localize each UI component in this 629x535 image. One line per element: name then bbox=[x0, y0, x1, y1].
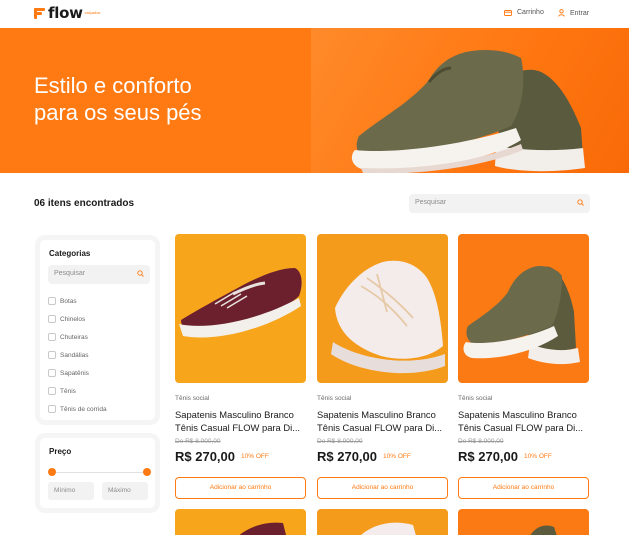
category-search-placeholder: Pesquisar bbox=[54, 270, 86, 277]
hero-title-line-1: Estilo e conforto bbox=[34, 73, 192, 98]
category-item-chuteiras[interactable]: Chuteiras bbox=[48, 328, 107, 346]
product-discount-badge: 10% OFF bbox=[383, 453, 411, 460]
price-slider-track bbox=[52, 472, 147, 473]
category-checkbox[interactable] bbox=[48, 369, 56, 377]
brand-logo[interactable]: flow calçados bbox=[34, 4, 101, 22]
product-name[interactable]: Sapatenis Masculino Branco Tênis Casual … bbox=[175, 408, 306, 436]
category-label: Botas bbox=[60, 297, 77, 305]
category-checkbox[interactable] bbox=[48, 333, 56, 341]
brand-tagline: calçados bbox=[84, 10, 101, 15]
price-min-input[interactable]: Mínimo bbox=[48, 482, 94, 500]
product-price: R$ 270,00 bbox=[458, 449, 518, 464]
search-icon[interactable] bbox=[577, 199, 584, 206]
product-old-price: De R$ 8.000,00 bbox=[317, 438, 363, 445]
product-old-price: De R$ 8.000,00 bbox=[458, 438, 504, 445]
product-image-partial[interactable] bbox=[458, 509, 589, 535]
category-item-tenis[interactable]: Tênis bbox=[48, 382, 107, 400]
category-checkbox[interactable] bbox=[48, 387, 56, 395]
brand-name: flow bbox=[48, 4, 83, 22]
cart-label: Carrinho bbox=[517, 9, 544, 16]
category-label: Tênis bbox=[60, 387, 76, 395]
logo-mark-icon bbox=[34, 8, 45, 19]
add-to-cart-button[interactable]: Adicionar ao carrinho bbox=[175, 477, 306, 499]
category-label: Chinelos bbox=[60, 315, 86, 323]
price-range-slider[interactable] bbox=[48, 468, 151, 478]
categories-title: Categorias bbox=[49, 249, 91, 258]
hero-sneaker-image bbox=[311, 28, 629, 173]
price-max-input[interactable]: Máximo bbox=[102, 482, 148, 500]
price-slider-min-handle[interactable] bbox=[48, 468, 56, 476]
category-label: Chuteiras bbox=[60, 333, 88, 341]
product-image[interactable] bbox=[175, 234, 306, 383]
category-checkbox[interactable] bbox=[48, 297, 56, 305]
hero-banner: Estilo e conforto para os seus pés bbox=[0, 28, 629, 173]
price-panel: Preço Mínimo Máximo bbox=[40, 438, 155, 508]
category-checkbox[interactable] bbox=[48, 351, 56, 359]
search-icon[interactable] bbox=[137, 270, 144, 277]
category-label: Sapatênis bbox=[60, 369, 89, 377]
category-list: Botas Chinelos Chuteiras Sandálias Sapat… bbox=[48, 292, 107, 418]
price-slider-max-handle[interactable] bbox=[143, 468, 151, 476]
product-image[interactable] bbox=[458, 234, 589, 383]
product-search-input[interactable]: Pesquisar bbox=[409, 194, 590, 213]
categories-panel: Categorias Pesquisar Botas Chinelos Chut… bbox=[40, 240, 155, 420]
cart-link[interactable]: Carrinho bbox=[504, 9, 544, 16]
product-image-partial[interactable] bbox=[317, 509, 448, 535]
product-image[interactable] bbox=[317, 234, 448, 383]
top-header: flow calçados Carrinho Entrar bbox=[0, 0, 629, 28]
product-category: Tênis social bbox=[458, 395, 493, 402]
category-item-sapatenis[interactable]: Sapatênis bbox=[48, 364, 107, 382]
product-category: Tênis social bbox=[175, 395, 210, 402]
category-label: Tênis de corrida bbox=[60, 405, 107, 413]
category-item-botas[interactable]: Botas bbox=[48, 292, 107, 310]
category-label: Sandálias bbox=[60, 351, 89, 359]
product-old-price: De R$ 8.000,00 bbox=[175, 438, 221, 445]
category-checkbox[interactable] bbox=[48, 405, 56, 413]
hero-title: Estilo e conforto para os seus pés bbox=[34, 72, 294, 126]
add-to-cart-button[interactable]: Adicionar ao carrinho bbox=[458, 477, 589, 499]
price-title: Preço bbox=[49, 447, 72, 456]
product-image-partial[interactable] bbox=[175, 509, 306, 535]
product-category: Tênis social bbox=[317, 395, 352, 402]
category-search-input[interactable]: Pesquisar bbox=[48, 265, 150, 284]
category-checkbox[interactable] bbox=[48, 315, 56, 323]
product-price: R$ 270,00 bbox=[175, 449, 235, 464]
category-item-sandalias[interactable]: Sandálias bbox=[48, 346, 107, 364]
add-to-cart-button[interactable]: Adicionar ao carrinho bbox=[317, 477, 448, 499]
product-search-placeholder: Pesquisar bbox=[415, 199, 447, 206]
login-link[interactable]: Entrar bbox=[558, 9, 589, 17]
product-price: R$ 270,00 bbox=[317, 449, 377, 464]
hero-title-line-2: para os seus pés bbox=[34, 100, 202, 125]
product-name[interactable]: Sapatenis Masculino Branco Tênis Casual … bbox=[317, 408, 448, 436]
product-discount-badge: 10% OFF bbox=[524, 453, 552, 460]
category-item-chinelos[interactable]: Chinelos bbox=[48, 310, 107, 328]
results-count: 06 itens encontrados bbox=[34, 198, 135, 209]
cart-icon bbox=[504, 10, 512, 16]
category-item-tenis-de-corrida[interactable]: Tênis de corrida bbox=[48, 400, 107, 418]
user-icon bbox=[558, 9, 565, 17]
product-discount-badge: 10% OFF bbox=[241, 453, 269, 460]
login-label: Entrar bbox=[570, 9, 590, 17]
product-name[interactable]: Sapatenis Masculino Branco Tênis Casual … bbox=[458, 408, 589, 436]
